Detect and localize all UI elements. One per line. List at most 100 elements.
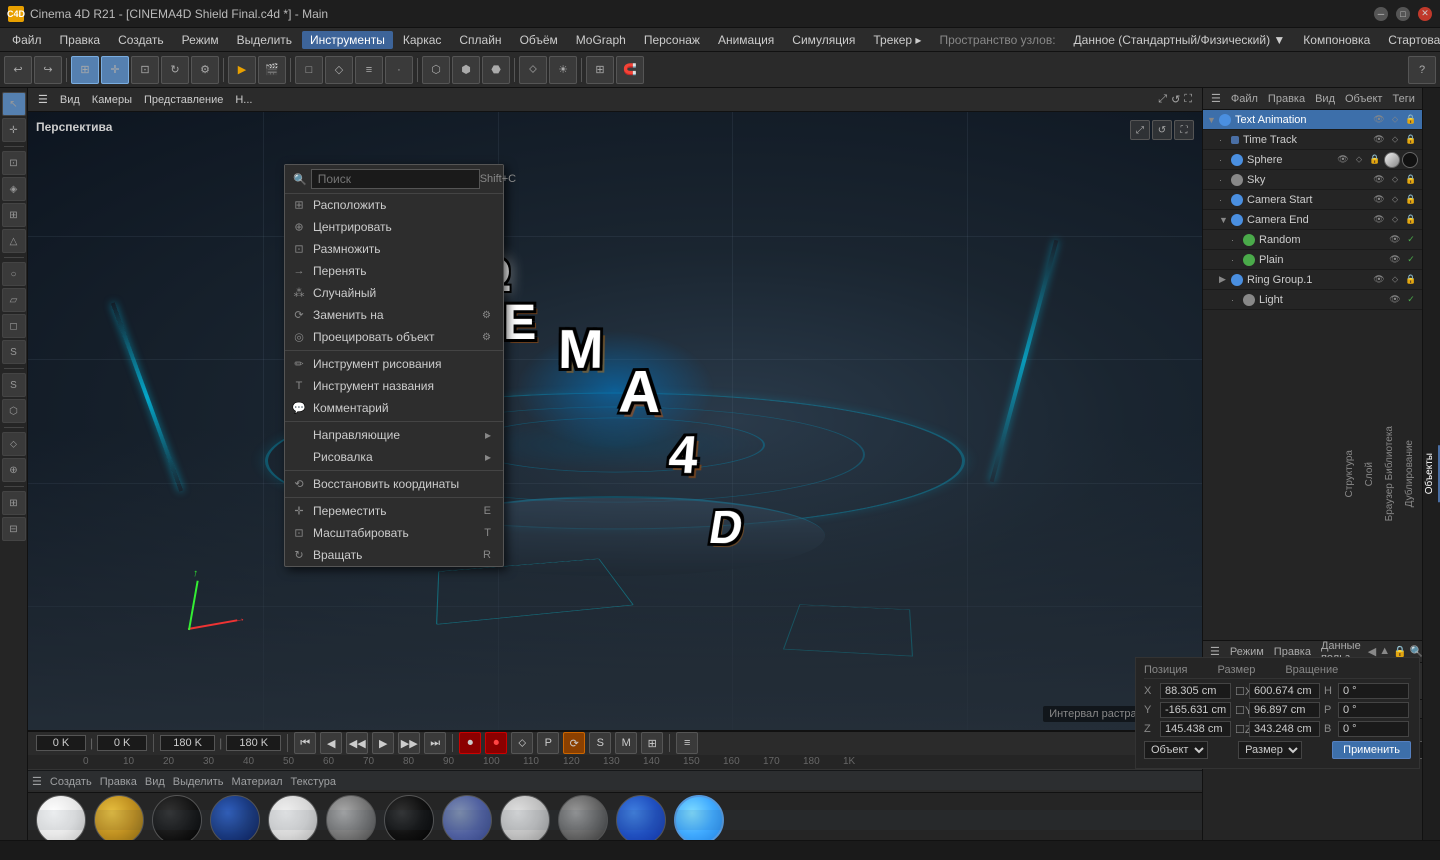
move-tool-button[interactable]: ✛ xyxy=(101,56,129,84)
rnd-vis-icon[interactable]: 👁 xyxy=(1388,233,1402,247)
sky-lock-icon[interactable]: 🔒 xyxy=(1404,173,1418,187)
menu-file[interactable]: Файл xyxy=(4,31,50,49)
menu-wireframe[interactable]: Каркас xyxy=(395,31,450,49)
anim-key-pos-btn[interactable]: P xyxy=(537,732,559,754)
tt-lock-icon[interactable]: 🔒 xyxy=(1404,133,1418,147)
vt-view[interactable]: Вид xyxy=(56,92,84,108)
obj-item-sky[interactable]: · Sky 👁 ⬦ 🔒 xyxy=(1203,170,1422,190)
anim-step-back[interactable]: ◀ xyxy=(320,732,342,754)
snap-button[interactable]: 🧲 xyxy=(616,56,644,84)
rnd-check-icon[interactable]: ✓ xyxy=(1404,233,1418,247)
lt-tool-6[interactable]: ▱ xyxy=(2,288,26,312)
menu-layout[interactable]: Компоновка xyxy=(1295,31,1378,49)
menu-tools[interactable]: Инструменты xyxy=(302,31,393,49)
menu-simulation[interactable]: Симуляция xyxy=(784,31,863,49)
menu-tracker[interactable]: Трекер ▸ xyxy=(865,31,929,49)
menu-volume[interactable]: Объём xyxy=(512,31,566,49)
ce-vis-icon[interactable]: 👁 xyxy=(1372,213,1386,227)
coord-space-select[interactable]: Объект Мир xyxy=(1144,741,1208,759)
lt-tool-4[interactable]: △ xyxy=(2,229,26,253)
coord-y-pos[interactable] xyxy=(1160,702,1231,718)
anim-to-end[interactable]: ⏭ xyxy=(424,732,446,754)
obj-item-camera-end[interactable]: ▼ Camera End 👁 ⬦ 🔒 xyxy=(1203,210,1422,230)
lt-tool-9[interactable]: S xyxy=(2,373,26,397)
coord-x-pos[interactable] xyxy=(1160,683,1231,699)
op-tb-object[interactable]: Объект xyxy=(1341,91,1386,107)
anim-key-scl-btn[interactable]: S xyxy=(589,732,611,754)
vt-nav-fullscreen[interactable]: ⛶ xyxy=(1184,93,1192,106)
coord-z-rot[interactable] xyxy=(1338,721,1409,737)
cm-item-project[interactable]: ◎ Проецировать объект ⚙ xyxy=(285,326,503,348)
coord-z-size[interactable] xyxy=(1249,721,1320,737)
context-search-input[interactable] xyxy=(311,169,480,189)
sky-vis-icon[interactable]: 👁 xyxy=(1372,173,1386,187)
cs-vis-icon[interactable]: 👁 xyxy=(1372,193,1386,207)
vp-nav-3d-btn[interactable]: ⛶ xyxy=(1174,120,1194,140)
anim-step-fwd[interactable]: ▶▶ xyxy=(398,732,420,754)
camera-button[interactable]: ⬦ xyxy=(519,56,547,84)
edge-tool-button[interactable]: ≡ xyxy=(355,56,383,84)
obj-item-time-track[interactable]: · Time Track 👁 ⬦ 🔒 xyxy=(1203,130,1422,150)
sp-render-icon[interactable]: ⬦ xyxy=(1352,153,1366,167)
obj-item-camera-start[interactable]: · Camera Start 👁 ⬦ 🔒 xyxy=(1203,190,1422,210)
vt-nav-expand[interactable]: ⤢ xyxy=(1158,93,1167,106)
ta-vis-icon[interactable]: 👁 xyxy=(1372,113,1386,127)
menu-mode[interactable]: Режим xyxy=(174,31,227,49)
select-tool-button[interactable]: ⊞ xyxy=(71,56,99,84)
anim-record-btn[interactable]: ⏺ xyxy=(459,732,481,754)
anim-record-auto-btn[interactable]: ⏺ xyxy=(485,732,507,754)
anim-time-start-input[interactable] xyxy=(36,735,86,751)
menu-startup[interactable]: Стартовая xyxy=(1380,31,1440,49)
sp-vis-icon[interactable]: 👁 xyxy=(1336,153,1350,167)
coord-size-mode-select[interactable]: Размер xyxy=(1238,741,1302,759)
cm-item-duplicate[interactable]: ⊡ Размножить xyxy=(285,238,503,260)
cs-lock-icon[interactable]: 🔒 xyxy=(1404,193,1418,207)
cs-render-icon[interactable]: ⬦ xyxy=(1388,193,1402,207)
tt-render-icon[interactable]: ⬦ xyxy=(1388,133,1402,147)
rg-lock-icon[interactable]: 🔒 xyxy=(1404,273,1418,287)
lt-tool-3[interactable]: ⊞ xyxy=(2,203,26,227)
vt-nav-reset[interactable]: ↺ xyxy=(1171,93,1180,106)
rt-tab-layer[interactable]: Слой xyxy=(1361,454,1380,494)
lt-tool-11[interactable]: ⬦ xyxy=(2,432,26,456)
op-tb-view[interactable]: Вид xyxy=(1311,91,1339,107)
vt-cameras[interactable]: Камеры xyxy=(88,92,136,108)
ta-render-icon[interactable]: ⬦ xyxy=(1388,113,1402,127)
vp-nav-expand-btn[interactable]: ⤢ xyxy=(1130,120,1150,140)
cm-item-comment[interactable]: 💬 Комментарий xyxy=(285,397,503,419)
vt-hamburger[interactable]: ☰ xyxy=(34,91,52,108)
anim-end-time-input[interactable] xyxy=(160,735,215,751)
rt-tab-structure[interactable]: Структура xyxy=(1341,442,1360,505)
rg-render-icon[interactable]: ⬦ xyxy=(1388,273,1402,287)
cm-item-random[interactable]: ⁂ Случайный xyxy=(285,282,503,304)
lt-vis-icon[interactable]: 👁 xyxy=(1388,293,1402,307)
light-button[interactable]: ☀ xyxy=(549,56,577,84)
anim-key-mat-btn[interactable]: M xyxy=(615,732,637,754)
cm-item-name-tool[interactable]: T Инструмент названия xyxy=(285,375,503,397)
lt-tool-5[interactable]: ○ xyxy=(2,262,26,286)
anim-play-back[interactable]: ◀◀ xyxy=(346,732,368,754)
menu-mograph[interactable]: MoGraph xyxy=(568,31,634,49)
menu-create[interactable]: Создать xyxy=(110,31,172,49)
rt-tab-browser[interactable]: Браузер Библиотека xyxy=(1381,418,1400,529)
anim-current-time-input[interactable] xyxy=(97,735,147,751)
apply-button[interactable]: Применить xyxy=(1332,741,1411,759)
coord-x-size[interactable] xyxy=(1249,683,1320,699)
tt-vis-icon[interactable]: 👁 xyxy=(1372,133,1386,147)
lt-tool-14[interactable]: ⊟ xyxy=(2,517,26,541)
rt-tab-dup[interactable]: Дублирование xyxy=(1401,432,1420,515)
anim-to-start[interactable]: ⏮ xyxy=(294,732,316,754)
menu-nodespace-value[interactable]: Данное (Стандартный/Физический) ▼ xyxy=(1066,31,1294,49)
render-viewport-button[interactable]: ▶ xyxy=(228,56,256,84)
obj-item-sphere[interactable]: · Sphere 👁 ⬦ 🔒 xyxy=(1203,150,1422,170)
rg-vis-icon[interactable]: 👁 xyxy=(1372,273,1386,287)
undo-button[interactable]: ↩ xyxy=(4,56,32,84)
menu-spline[interactable]: Сплайн xyxy=(451,31,509,49)
deformer-button[interactable]: ⬢ xyxy=(452,56,480,84)
lt-tool-13[interactable]: ⊞ xyxy=(2,491,26,515)
lt-tool-2[interactable]: ◈ xyxy=(2,177,26,201)
cm-item-replace[interactable]: ⟳ Заменить на ⚙ xyxy=(285,304,503,326)
op-tb-file[interactable]: Файл xyxy=(1227,91,1262,107)
cm-item-transfer[interactable]: → Перенять xyxy=(285,260,503,282)
vt-extra[interactable]: Н... xyxy=(231,92,256,108)
